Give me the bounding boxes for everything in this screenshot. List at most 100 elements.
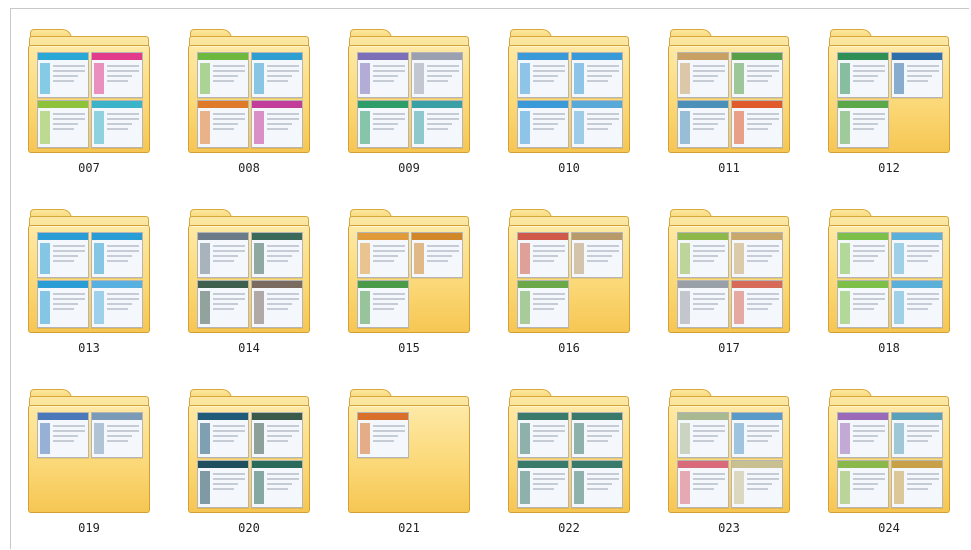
folder-item[interactable]: 018 bbox=[828, 207, 950, 369]
page-thumbnail bbox=[571, 232, 623, 278]
page-thumbnail bbox=[91, 52, 143, 98]
page-thumbnail bbox=[357, 412, 409, 458]
folder-icon bbox=[348, 207, 470, 333]
page-thumbnail bbox=[197, 100, 249, 148]
folder-label: 022 bbox=[558, 521, 580, 535]
file-browser-panel: 007 008 009 010 011 012 013 014 015 016 … bbox=[10, 8, 969, 549]
folder-item[interactable]: 020 bbox=[188, 387, 310, 549]
page-thumbnail bbox=[197, 460, 249, 508]
page-thumbnail bbox=[677, 412, 729, 458]
page-thumbnail bbox=[837, 100, 889, 148]
folder-item[interactable]: 021 bbox=[348, 387, 470, 549]
page-thumbnail bbox=[251, 280, 303, 328]
page-thumbnail bbox=[91, 412, 143, 458]
page-thumbnail bbox=[517, 412, 569, 458]
folder-label: 019 bbox=[78, 521, 100, 535]
page-thumbnail bbox=[891, 460, 943, 508]
folder-label: 011 bbox=[718, 161, 740, 175]
folder-item[interactable]: 011 bbox=[668, 27, 790, 189]
folder-icon bbox=[668, 27, 790, 153]
folder-item[interactable]: 010 bbox=[508, 27, 630, 189]
page-thumbnail bbox=[677, 460, 729, 508]
page-thumbnail bbox=[91, 100, 143, 148]
page-thumbnail bbox=[891, 52, 943, 98]
page-thumbnail bbox=[571, 412, 623, 458]
folder-item[interactable]: 007 bbox=[28, 27, 150, 189]
folder-label: 020 bbox=[238, 521, 260, 535]
page-thumbnail bbox=[731, 52, 783, 98]
folder-label: 024 bbox=[878, 521, 900, 535]
folder-item[interactable]: 009 bbox=[348, 27, 470, 189]
folder-item[interactable]: 019 bbox=[28, 387, 150, 549]
page-thumbnail bbox=[517, 100, 569, 148]
page-thumbnail bbox=[197, 232, 249, 278]
folder-label: 017 bbox=[718, 341, 740, 355]
folder-item[interactable]: 023 bbox=[668, 387, 790, 549]
folder-icon bbox=[668, 207, 790, 333]
folder-item[interactable]: 017 bbox=[668, 207, 790, 369]
folder-label: 016 bbox=[558, 341, 580, 355]
page-thumbnail bbox=[357, 280, 409, 328]
folder-label: 014 bbox=[238, 341, 260, 355]
page-thumbnail bbox=[731, 232, 783, 278]
page-thumbnail bbox=[677, 280, 729, 328]
page-thumbnail bbox=[37, 232, 89, 278]
folder-icon bbox=[28, 387, 150, 513]
folder-label: 007 bbox=[78, 161, 100, 175]
folder-label: 021 bbox=[398, 521, 420, 535]
folder-label: 010 bbox=[558, 161, 580, 175]
folder-icon bbox=[508, 387, 630, 513]
page-thumbnail bbox=[251, 52, 303, 98]
folder-icon bbox=[828, 27, 950, 153]
page-thumbnail bbox=[731, 100, 783, 148]
page-thumbnail bbox=[91, 232, 143, 278]
page-thumbnail bbox=[37, 412, 89, 458]
folder-icon bbox=[348, 387, 470, 513]
folder-item[interactable]: 016 bbox=[508, 207, 630, 369]
page-thumbnail bbox=[731, 412, 783, 458]
page-thumbnail bbox=[837, 280, 889, 328]
page-thumbnail bbox=[677, 232, 729, 278]
page-thumbnail bbox=[197, 280, 249, 328]
page-thumbnail bbox=[837, 460, 889, 508]
page-thumbnail bbox=[37, 52, 89, 98]
page-thumbnail bbox=[891, 232, 943, 278]
folder-label: 015 bbox=[398, 341, 420, 355]
folder-icon bbox=[188, 207, 310, 333]
page-thumbnail bbox=[411, 100, 463, 148]
page-thumbnail bbox=[891, 412, 943, 458]
page-thumbnail bbox=[91, 280, 143, 328]
page-thumbnail bbox=[197, 412, 249, 458]
page-thumbnail bbox=[411, 52, 463, 98]
folder-icon bbox=[28, 207, 150, 333]
page-thumbnail bbox=[251, 460, 303, 508]
page-thumbnail bbox=[517, 52, 569, 98]
folder-item[interactable]: 022 bbox=[508, 387, 630, 549]
page-thumbnail bbox=[731, 460, 783, 508]
page-thumbnail bbox=[37, 280, 89, 328]
folder-grid: 007 008 009 010 011 012 013 014 015 016 … bbox=[28, 27, 950, 549]
folder-item[interactable]: 015 bbox=[348, 207, 470, 369]
folder-label: 012 bbox=[878, 161, 900, 175]
folder-label: 018 bbox=[878, 341, 900, 355]
page-thumbnail bbox=[251, 100, 303, 148]
page-thumbnail bbox=[571, 460, 623, 508]
page-thumbnail bbox=[837, 412, 889, 458]
folder-icon bbox=[188, 387, 310, 513]
page-thumbnail bbox=[517, 280, 569, 328]
folder-icon bbox=[508, 207, 630, 333]
page-thumbnail bbox=[37, 100, 89, 148]
folder-item[interactable]: 008 bbox=[188, 27, 310, 189]
page-thumbnail bbox=[517, 232, 569, 278]
folder-icon bbox=[28, 27, 150, 153]
folder-label: 023 bbox=[718, 521, 740, 535]
folder-label: 008 bbox=[238, 161, 260, 175]
folder-label: 013 bbox=[78, 341, 100, 355]
folder-item[interactable]: 014 bbox=[188, 207, 310, 369]
folder-icon bbox=[668, 387, 790, 513]
page-thumbnail bbox=[837, 232, 889, 278]
folder-item[interactable]: 013 bbox=[28, 207, 150, 369]
folder-item[interactable]: 024 bbox=[828, 387, 950, 549]
page-thumbnail bbox=[571, 52, 623, 98]
folder-item[interactable]: 012 bbox=[828, 27, 950, 189]
